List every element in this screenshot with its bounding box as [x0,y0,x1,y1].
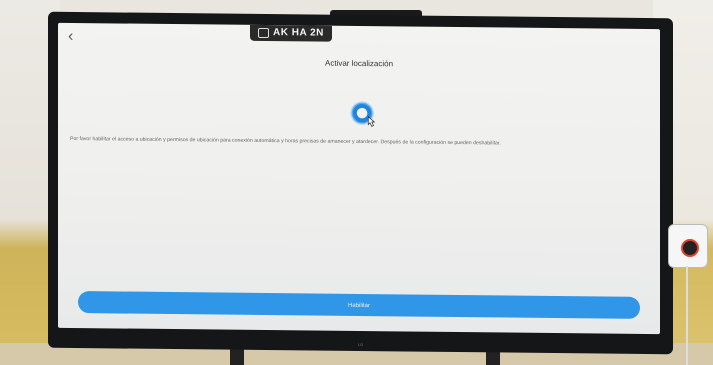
back-button[interactable]: ‹ [68,27,74,45]
webcam-cable [686,266,688,365]
tv-brand-logo: LG [357,341,364,348]
device-icon [258,27,269,39]
chevron-left-icon: ‹ [68,27,74,45]
tv-screen: ‹ AK HA 2N Activar localización Por favo… [58,22,660,335]
webcam [668,224,708,268]
tv-frame: ‹ AK HA 2N Activar localización Por favo… [48,11,673,355]
device-badge: AK HA 2N [250,24,332,42]
page-title: Activar localización [324,58,394,69]
device-badge-label: AK HA 2N [273,27,324,39]
location-icon [350,101,376,127]
enable-button[interactable]: Habilitar [78,291,640,319]
webcam-lens [681,239,699,257]
permission-description: Por favor habilitar el acceso a ubicació… [70,135,501,147]
